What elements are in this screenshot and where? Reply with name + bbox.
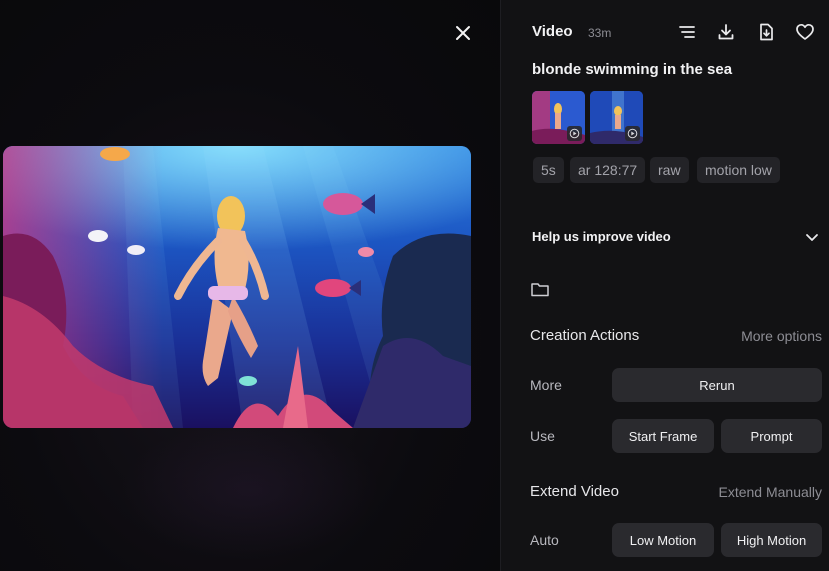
creation-actions-title: Creation Actions xyxy=(530,327,640,344)
thumbnail-2[interactable] xyxy=(590,91,643,144)
time-ago: 33m xyxy=(588,26,612,40)
panel-title: Video xyxy=(532,23,573,40)
file-download-icon[interactable] xyxy=(756,22,776,42)
extend-manually-link[interactable]: Extend Manually xyxy=(718,484,822,500)
prompt-text: blonde swimming in the sea xyxy=(532,61,733,78)
media-viewer xyxy=(0,0,500,571)
start-frame-button[interactable]: Start Frame xyxy=(612,419,714,453)
high-motion-button[interactable]: High Motion xyxy=(721,523,822,557)
more-options-link[interactable]: More options xyxy=(741,328,822,344)
chip-aspect-ratio[interactable]: ar 128:77 xyxy=(570,157,646,183)
extend-video-title: Extend Video xyxy=(530,483,619,500)
rerun-button[interactable]: Rerun xyxy=(612,368,822,402)
play-icon xyxy=(625,126,640,141)
prompt-button[interactable]: Prompt xyxy=(721,419,822,453)
ambient-glow xyxy=(120,420,380,560)
auto-label: Auto xyxy=(530,532,559,548)
chip-motion[interactable]: motion low xyxy=(697,157,780,183)
thumbnail-1[interactable] xyxy=(532,91,585,144)
folder-icon[interactable] xyxy=(530,280,550,298)
chip-duration[interactable]: 5s xyxy=(533,157,564,183)
use-label: Use xyxy=(530,428,555,444)
video-preview[interactable] xyxy=(3,146,471,428)
heart-icon[interactable] xyxy=(795,22,815,42)
feedback-label[interactable]: Help us improve video xyxy=(532,229,671,244)
lines-icon[interactable] xyxy=(677,22,697,42)
download-icon[interactable] xyxy=(716,22,736,42)
play-icon xyxy=(567,126,582,141)
more-label: More xyxy=(530,377,562,393)
chip-raw[interactable]: raw xyxy=(650,157,689,183)
chevron-down-icon[interactable] xyxy=(804,229,820,245)
details-panel: Video 33m blonde swimming in the sea 5s … xyxy=(500,0,829,571)
close-icon[interactable] xyxy=(452,22,474,44)
low-motion-button[interactable]: Low Motion xyxy=(612,523,714,557)
